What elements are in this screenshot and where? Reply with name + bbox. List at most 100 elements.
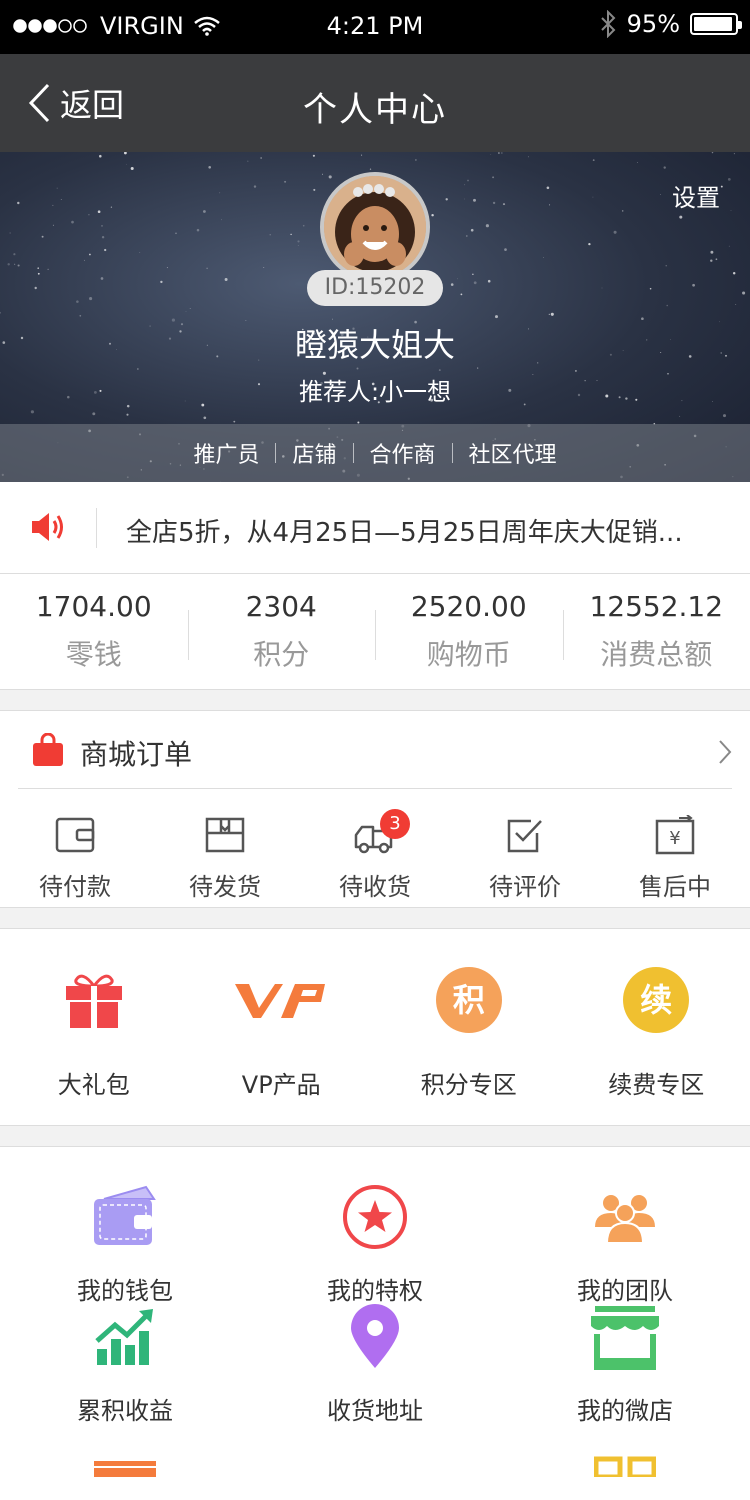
star	[203, 210, 206, 213]
menu-shipping-address[interactable]: 收货地址	[250, 1297, 500, 1447]
star	[692, 283, 695, 287]
star	[588, 242, 591, 246]
star	[592, 196, 594, 198]
role-tags: 推广员 店铺 合作商 社区代理	[0, 424, 750, 482]
star	[487, 279, 491, 283]
order-pending-payment[interactable]: 待付款	[0, 791, 150, 909]
star	[445, 198, 448, 201]
referrer: 推荐人:小一想	[298, 378, 452, 406]
star	[175, 232, 177, 235]
star	[679, 215, 683, 219]
star	[260, 157, 262, 159]
store-icon	[591, 1306, 659, 1370]
star	[56, 187, 58, 189]
menu-item-partial[interactable]	[0, 1447, 250, 1500]
star	[269, 234, 271, 236]
stat-value: 2304	[245, 590, 317, 623]
order-status-label: 待发货	[189, 873, 261, 901]
star	[431, 213, 434, 217]
stat-shopping-coins[interactable]: 2520.00 购物币	[375, 574, 563, 689]
role-store[interactable]: 店铺	[276, 437, 352, 469]
gift-icon	[65, 974, 122, 1028]
shopping-bag-icon	[33, 733, 63, 766]
star	[290, 233, 292, 236]
star	[504, 248, 507, 251]
order-status-label: 售后中	[639, 873, 711, 901]
feature-label: 续费专区	[608, 1071, 705, 1099]
star	[203, 416, 207, 420]
grid-icon	[594, 1456, 656, 1477]
star	[97, 210, 101, 214]
points-icon: 积	[435, 967, 502, 1033]
order-pending-review[interactable]: 待评价	[450, 791, 600, 909]
team-icon-wrap	[585, 1177, 665, 1257]
star	[37, 267, 39, 269]
wallet-icon-wrap	[85, 1177, 165, 1257]
stat-value: 12552.12	[589, 590, 724, 623]
order-status-label: 待评价	[489, 873, 561, 901]
star	[492, 201, 496, 205]
notice-bar[interactable]: 全店5折，从4月25日—5月25日周年庆大促销...	[0, 482, 750, 574]
feature-vp-products[interactable]: VP产品	[188, 929, 376, 1125]
star	[415, 159, 417, 161]
stat-points[interactable]: 2304 积分	[187, 574, 376, 689]
menu-label: 收货地址	[327, 1397, 423, 1425]
star	[52, 224, 54, 226]
menu-my-microstore[interactable]: 我的微店	[500, 1297, 750, 1447]
role-promoter[interactable]: 推广员	[177, 437, 275, 469]
star	[104, 248, 107, 252]
menu-my-privileges[interactable]: 我的特权	[250, 1147, 500, 1305]
star	[208, 166, 211, 169]
star	[473, 198, 476, 202]
stat-change[interactable]: 1704.00 零钱	[0, 574, 188, 689]
star	[76, 300, 79, 303]
menu-my-team[interactable]: 我的团队	[500, 1147, 750, 1305]
star	[224, 278, 228, 281]
renew-icon-wrap: 续	[621, 965, 691, 1035]
order-after-sales[interactable]: ¥ 售后中	[600, 791, 750, 909]
menu-item-partial[interactable]	[250, 1447, 500, 1500]
role-community-agent[interactable]: 社区代理	[453, 437, 573, 469]
menu-my-wallet[interactable]: 我的钱包	[0, 1147, 250, 1305]
stat-label: 积分	[253, 638, 310, 671]
star	[253, 185, 257, 188]
settings-link[interactable]: 设置	[672, 178, 720, 213]
star	[124, 152, 127, 155]
star	[126, 413, 129, 416]
star	[71, 220, 74, 224]
star	[497, 152, 500, 154]
star	[247, 160, 249, 162]
menu-accumulated-earnings[interactable]: 累积收益	[0, 1297, 250, 1447]
star	[89, 297, 93, 301]
feature-points-zone[interactable]: 积 积分专区	[375, 929, 563, 1125]
star	[130, 166, 134, 171]
star-badge-icon-wrap	[335, 1177, 415, 1257]
order-pending-receipt[interactable]: 3 待收货	[300, 791, 450, 909]
star	[41, 235, 44, 238]
order-pending-shipment[interactable]: 待发货	[150, 791, 300, 909]
grid-icon-wrap	[585, 1447, 665, 1477]
star	[89, 253, 91, 256]
avatar[interactable]	[320, 172, 430, 282]
star	[101, 225, 103, 227]
service-menu: 我的钱包 我的特权 我的团队 累积收益 收货地址 我的微店	[0, 1146, 750, 1500]
star	[233, 420, 236, 423]
star	[284, 180, 287, 183]
star	[495, 315, 498, 319]
wallet-outline-icon	[55, 817, 95, 853]
star	[438, 369, 441, 372]
feature-gift-pack[interactable]: 大礼包	[0, 929, 188, 1125]
orders-header[interactable]: 商城订单	[18, 711, 732, 789]
feature-label: 大礼包	[57, 1071, 130, 1099]
star	[196, 228, 200, 232]
stat-total-spent[interactable]: 12552.12 消费总额	[562, 574, 750, 689]
feature-renewal-zone[interactable]: 续 续费专区	[563, 929, 750, 1125]
star	[450, 283, 454, 286]
star	[219, 192, 221, 194]
avatar-image	[324, 176, 426, 278]
star	[313, 188, 316, 191]
role-partner[interactable]: 合作商	[354, 437, 452, 469]
battery-icon	[690, 13, 742, 35]
menu-item-partial[interactable]	[500, 1447, 750, 1500]
star	[263, 267, 265, 268]
